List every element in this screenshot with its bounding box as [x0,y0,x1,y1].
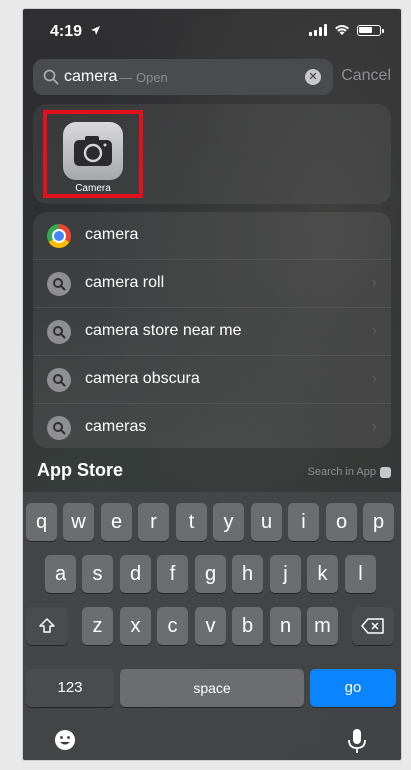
phone-screen: 4:19 camera — Open ✕ Cancel Camera camer… [23,9,401,760]
space-key[interactable]: space [120,669,304,707]
key-h[interactable]: h [232,555,263,593]
app-store-icon [380,466,391,478]
suggestion-label: cameras [85,418,147,435]
emoji-icon [55,730,75,750]
key-a[interactable]: a [45,555,76,593]
suggestion-label: camera roll [85,274,165,291]
suggestion-label: camera obscura [85,370,200,387]
keyboard: q w e r t y u i o p a s d f g h j k l z … [23,492,401,760]
key-r[interactable]: r [138,503,169,541]
search-field[interactable]: camera — Open ✕ [33,59,333,95]
wifi-icon [335,25,349,35]
status-bar: 4:19 [23,9,401,55]
location-arrow-icon [90,24,101,39]
battery-icon [357,24,384,36]
suggestion-row[interactable]: camera roll › [33,260,391,308]
key-z[interactable]: z [82,607,113,645]
key-x[interactable]: x [120,607,151,645]
suggestion-row[interactable]: cameras › [33,404,391,448]
chevron-right-icon: › [371,370,377,387]
go-key[interactable]: go [310,669,396,707]
backspace-icon [361,618,384,634]
suggestion-list: camera camera roll › camera store near m… [33,212,391,448]
search-icon [43,69,59,85]
key-w[interactable]: w [63,503,94,541]
suggestion-row[interactable]: camera obscura › [33,356,391,404]
camera-icon [74,136,112,166]
key-e[interactable]: e [101,503,132,541]
clock-label: 4:19 [50,23,83,40]
search-icon [47,320,71,344]
status-indicators [309,24,384,36]
key-n[interactable]: n [270,607,301,645]
app-store-section-title: App Store [37,460,124,480]
key-p[interactable]: p [363,503,394,541]
key-j[interactable]: j [270,555,301,593]
numbers-key[interactable]: 123 [26,669,114,707]
key-f[interactable]: f [157,555,188,593]
key-k[interactable]: k [307,555,338,593]
suggestion-label: camera [85,226,139,243]
battery-fill [359,26,372,33]
search-row: camera — Open ✕ Cancel [33,59,393,97]
microphone-icon [348,729,366,753]
chevron-right-icon: › [371,322,377,339]
dictation-button[interactable] [345,728,373,756]
camera-app-result[interactable]: Camera [43,110,143,198]
key-m[interactable]: m [307,607,338,645]
key-b[interactable]: b [232,607,263,645]
search-in-app-link[interactable]: Search in App [307,466,391,478]
search-input[interactable]: camera [64,68,117,86]
cellular-signal-icon [309,24,327,36]
cancel-button[interactable]: Cancel [341,67,391,85]
camera-app-icon [63,122,123,180]
shift-icon [39,618,55,633]
chevron-right-icon: › [371,274,377,291]
key-v[interactable]: v [195,607,226,645]
search-icon [47,416,71,440]
key-q[interactable]: q [26,503,57,541]
chevron-right-icon: › [371,418,377,435]
key-t[interactable]: t [176,503,207,541]
clear-icon[interactable]: ✕ [305,69,321,85]
chrome-icon [47,224,71,248]
suggestion-row[interactable]: camera store near me › [33,308,391,356]
search-icon [47,368,71,392]
suggestion-row[interactable]: camera [33,212,391,260]
search-in-app-label: Search in App [307,466,377,478]
key-l[interactable]: l [345,555,376,593]
top-hit-panel: Camera [33,104,391,204]
search-completion-hint: — Open [119,69,168,85]
key-o[interactable]: o [326,503,357,541]
key-c[interactable]: c [157,607,188,645]
emoji-button[interactable] [53,728,81,756]
key-y[interactable]: y [213,503,244,541]
delete-key[interactable] [352,607,394,645]
key-s[interactable]: s [82,555,113,593]
key-u[interactable]: u [251,503,282,541]
key-g[interactable]: g [195,555,226,593]
status-time: 4:19 [50,23,101,41]
suggestion-label: camera store near me [85,322,242,339]
key-d[interactable]: d [120,555,151,593]
key-i[interactable]: i [288,503,319,541]
search-icon [47,272,71,296]
camera-app-label: Camera [75,183,111,194]
shift-key[interactable] [26,607,68,645]
